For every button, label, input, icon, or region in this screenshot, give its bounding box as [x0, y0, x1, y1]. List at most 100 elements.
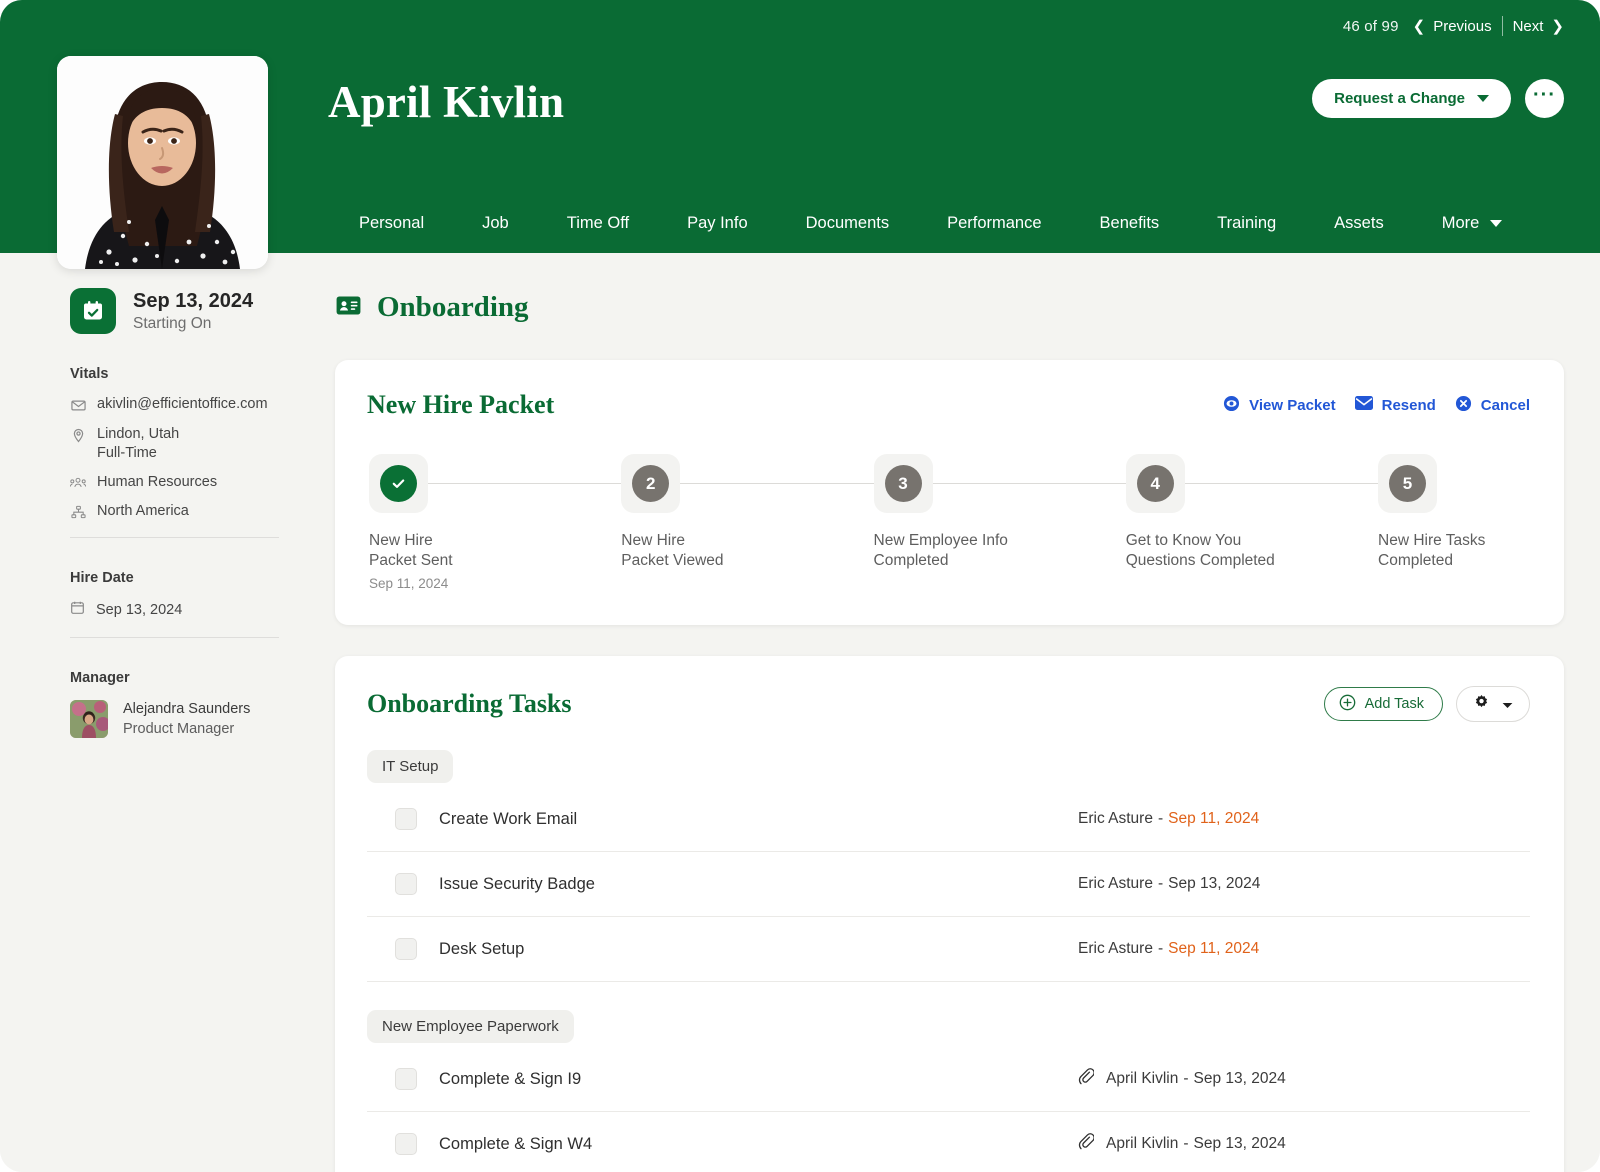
step-number: 4: [1137, 465, 1174, 502]
add-task-button[interactable]: Add Task: [1324, 687, 1443, 721]
avatar[interactable]: [57, 56, 268, 269]
tab-time-off[interactable]: Time Off: [538, 208, 658, 239]
chevron-down-icon: [1477, 95, 1489, 102]
page-title: April Kivlin: [328, 76, 564, 128]
tab-personal[interactable]: Personal: [330, 208, 453, 239]
task-separator: -: [1183, 1070, 1188, 1088]
step-marker-row: 2: [621, 454, 873, 513]
task-assignee: April Kivlin: [1106, 1070, 1178, 1088]
header-actions: Request a Change ···: [1312, 79, 1564, 118]
start-date-block: Sep 13, 2024 Starting On: [70, 288, 279, 334]
new-hire-packet-card: New Hire Packet View Packet Resend: [335, 360, 1564, 625]
cancel-label: Cancel: [1481, 397, 1530, 414]
task-assignment: Eric Asture - Sep 11, 2024: [1070, 810, 1530, 828]
step-badge: [369, 454, 428, 513]
table-row[interactable]: Desk Setup Eric Asture - Sep 11, 2024: [367, 917, 1530, 982]
packet-step[interactable]: 4 Get to Know You Questions Completed: [1126, 454, 1378, 591]
table-row[interactable]: Complete & Sign I9 April Kivlin - Sep 13…: [367, 1047, 1530, 1112]
tab-job[interactable]: Job: [453, 208, 538, 239]
plus-circle-icon: [1339, 694, 1356, 715]
task-checkbox[interactable]: [395, 1068, 417, 1090]
step-marker-row: 5: [1378, 454, 1528, 513]
manager-heading: Manager: [70, 670, 279, 686]
step-label: New Hire Packet Sent: [369, 531, 529, 570]
table-row[interactable]: Create Work Email Eric Asture - Sep 11, …: [367, 787, 1530, 852]
step-connector: [680, 483, 873, 484]
step-date: Sep 11, 2024: [369, 576, 621, 591]
task-title: Issue Security Badge: [439, 875, 595, 894]
vital-email-text: akivlin@efficientoffice.com: [97, 396, 268, 412]
tab-training[interactable]: Training: [1188, 208, 1305, 239]
hire-date-row: Sep 13, 2024: [70, 600, 279, 619]
gear-icon: [1473, 694, 1490, 714]
packet-step[interactable]: New Hire Packet Sent Sep 11, 2024: [369, 454, 621, 591]
start-date-value: Sep 13, 2024: [133, 289, 253, 313]
previous-label: Previous: [1433, 18, 1491, 35]
step-number: 5: [1389, 465, 1426, 502]
tab-pay-info[interactable]: Pay Info: [658, 208, 777, 239]
sidebar-divider-2: [70, 637, 279, 638]
pager-controls: ❮ Previous Next ❯: [1413, 16, 1564, 36]
step-label: New Employee Info Completed: [874, 531, 1034, 570]
tab-performance[interactable]: Performance: [918, 208, 1070, 239]
step-marker-row: [369, 454, 621, 513]
table-row[interactable]: Issue Security Badge Eric Asture - Sep 1…: [367, 852, 1530, 917]
chevron-right-icon: ❯: [1551, 19, 1564, 34]
vital-employment-type: Full-Time: [97, 445, 179, 461]
request-a-change-button[interactable]: Request a Change: [1312, 79, 1511, 118]
more-options-button[interactable]: ···: [1525, 79, 1564, 118]
calendar-check-icon: [70, 288, 116, 334]
tasks-toolbar: Add Task: [1324, 686, 1530, 722]
packet-step[interactable]: 3 New Employee Info Completed: [874, 454, 1126, 591]
task-due-date: Sep 13, 2024: [1194, 1070, 1286, 1088]
cancel-button[interactable]: Cancel: [1455, 395, 1530, 416]
packet-title: New Hire Packet: [367, 390, 554, 420]
task-checkbox[interactable]: [395, 1133, 417, 1155]
tab-assets[interactable]: Assets: [1305, 208, 1413, 239]
task-settings-button[interactable]: [1456, 686, 1530, 722]
paperclip-icon[interactable]: [1078, 1133, 1094, 1155]
previous-button[interactable]: ❮ Previous: [1413, 18, 1492, 35]
task-checkbox[interactable]: [395, 938, 417, 960]
location-pin-icon: [70, 426, 86, 443]
next-button[interactable]: Next ❯: [1513, 18, 1564, 35]
view-packet-button[interactable]: View Packet: [1223, 395, 1335, 416]
task-assignment: Eric Asture - Sep 11, 2024: [1070, 940, 1530, 958]
task-title: Complete & Sign I9: [439, 1070, 581, 1089]
task-assignee: Eric Asture: [1078, 875, 1153, 893]
pager-divider: [1502, 16, 1503, 36]
org-chart-icon: [70, 503, 86, 519]
task-owner-and-date: Eric Asture - Sep 13, 2024: [1078, 875, 1260, 893]
step-connector: [933, 483, 1126, 484]
step-label: Get to Know You Questions Completed: [1126, 531, 1286, 570]
task-checkbox[interactable]: [395, 808, 417, 830]
tab-documents[interactable]: Documents: [777, 208, 918, 239]
tab-benefits[interactable]: Benefits: [1071, 208, 1189, 239]
resend-button[interactable]: Resend: [1355, 396, 1436, 414]
task-group-label: IT Setup: [367, 750, 453, 783]
tab-more[interactable]: More: [1413, 208, 1532, 239]
manager-role: Product Manager: [123, 721, 250, 737]
task-assignment: Eric Asture - Sep 13, 2024: [1070, 875, 1530, 893]
task-title: Create Work Email: [439, 810, 577, 829]
task-separator: -: [1158, 810, 1163, 828]
packet-header: New Hire Packet View Packet Resend: [367, 390, 1530, 420]
avatar-photo: [57, 56, 268, 269]
manager-card[interactable]: Alejandra Saunders Product Manager: [70, 700, 279, 738]
task-separator: -: [1158, 940, 1163, 958]
paperclip-icon[interactable]: [1078, 1068, 1094, 1090]
packet-step[interactable]: 5 New Hire Tasks Completed: [1378, 454, 1528, 591]
chevron-left-icon: ❮: [1413, 19, 1426, 34]
table-row[interactable]: Complete & Sign W4 April Kivlin - Sep 13…: [367, 1112, 1530, 1172]
packet-progress-stepper: New Hire Packet Sent Sep 11, 2024 2 New …: [367, 454, 1530, 591]
vital-division: North America: [70, 503, 279, 519]
task-assignee: Eric Asture: [1078, 940, 1153, 958]
next-label: Next: [1513, 18, 1544, 35]
task-checkbox[interactable]: [395, 873, 417, 895]
task-due-date: Sep 13, 2024: [1194, 1135, 1286, 1153]
packet-step[interactable]: 2 New Hire Packet Viewed: [621, 454, 873, 591]
tasks-title: Onboarding Tasks: [367, 689, 572, 719]
vital-department-text: Human Resources: [97, 474, 217, 490]
app-window: 46 of 99 ❮ Previous Next ❯ April Kivlin …: [0, 0, 1600, 1172]
id-badge-icon: [335, 292, 362, 324]
